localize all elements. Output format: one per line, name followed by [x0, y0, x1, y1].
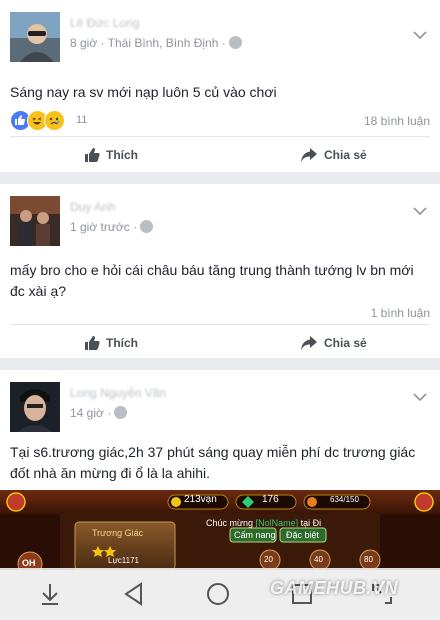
post-meta: 14 giờ · — [70, 406, 128, 420]
nav-home-button[interactable] — [200, 576, 236, 612]
post-card: Lê Đức Long 8 giờ · Thái Bình, Bình Định… — [0, 0, 440, 172]
globe-icon — [228, 36, 242, 49]
game-btn-1: Cấm nang — [234, 530, 276, 540]
game-num-1: 20 — [264, 555, 273, 564]
globe-icon — [140, 220, 154, 233]
post-text: mấy bro cho e hỏi cái châu báu tăng trun… — [10, 262, 414, 299]
post-author[interactable]: Lê Đức Long — [70, 16, 139, 30]
game-btn-2: Đặc biệt — [286, 530, 320, 540]
download-arrow-icon — [42, 584, 58, 605]
avatar[interactable] — [10, 196, 60, 246]
comment-count[interactable]: 1 bình luận — [371, 306, 430, 320]
post-time[interactable]: 14 giờ — [70, 406, 104, 420]
thumbs-up-icon — [85, 336, 100, 350]
avatar[interactable] — [10, 382, 60, 432]
post-time[interactable]: 1 giờ trước — [70, 220, 130, 234]
game-left-badge: OH — [22, 558, 36, 568]
game-stamina: 634/150 — [330, 495, 359, 504]
post-location[interactable]: Thái Bình, Bình Định — [108, 36, 219, 50]
game-gems: 176 — [262, 494, 279, 505]
like-label: Thích — [106, 148, 138, 162]
post-meta: 8 giờ · Thái Bình, Bình Định · — [70, 36, 242, 50]
globe-icon — [114, 406, 128, 419]
thumbs-up-icon — [85, 148, 100, 162]
share-arrow-icon — [301, 148, 317, 162]
watermark: GAMEHUB.VN — [270, 578, 399, 598]
post-meta: 1 giờ trước · — [70, 220, 154, 234]
game-congrats: Chúc mừng [NolName] tại Đi — [206, 518, 321, 528]
game-power: Lực1171 — [108, 556, 140, 565]
post-author[interactable]: Duy Anh — [70, 200, 115, 214]
share-label: Chia sẻ — [324, 148, 367, 162]
share-button[interactable]: Chia sẻ — [300, 137, 367, 173]
avatar[interactable] — [10, 12, 60, 62]
congrats-suffix: tại Đi — [300, 518, 322, 528]
share-button[interactable]: Chia sẻ — [300, 325, 367, 361]
congrats-text: Chúc mừng — [206, 518, 254, 528]
post-time[interactable]: 8 giờ — [70, 36, 97, 50]
game-gold: 213vạn — [184, 494, 217, 505]
post-actions: Thích Chia sẻ — [0, 325, 440, 361]
nav-back-icon — [124, 582, 142, 606]
post-counts: 11 18 bình luận — [10, 110, 430, 134]
player-name: [NolName] — [255, 518, 299, 528]
post-text: Tại s6.trương giác,2h 37 phút sáng quay … — [10, 444, 416, 481]
post-author[interactable]: Long Nguyễn Văn — [70, 386, 166, 400]
post-text: Sáng nay ra sv mới nạp luôn 5 củ vào chơ… — [10, 84, 277, 100]
game-num-2: 40 — [314, 555, 323, 564]
game-num-3: 80 — [364, 555, 373, 564]
share-arrow-icon — [301, 336, 317, 350]
like-button[interactable]: Thích — [84, 325, 138, 361]
nav-back-button[interactable] — [116, 576, 152, 612]
nav-home-icon — [207, 583, 229, 605]
news-feed: Lê Đức Long 8 giờ · Thái Bình, Bình Định… — [0, 0, 440, 620]
like-button[interactable]: Thích — [84, 137, 138, 173]
sad-reaction-icon — [44, 110, 65, 131]
chevron-down-icon[interactable] — [412, 28, 428, 42]
comment-count[interactable]: 18 bình luận — [364, 114, 430, 128]
post-counts: 1 bình luận — [10, 302, 430, 326]
post-card: Duy Anh 1 giờ trước · mấy bro cho e hỏi … — [0, 184, 440, 358]
nav-download-button[interactable] — [32, 576, 68, 612]
share-label: Chia sẻ — [324, 336, 367, 350]
reaction-count: 11 — [76, 114, 88, 126]
post-actions: Thích Chia sẻ — [0, 137, 440, 173]
chevron-down-icon[interactable] — [412, 390, 428, 404]
game-hero: Trương Giác — [92, 528, 144, 538]
chevron-down-icon[interactable] — [412, 204, 428, 218]
post-image[interactable]: 213vạn 176 634/150 Chúc mừng [NolName] t… — [0, 490, 440, 570]
like-label: Thích — [106, 336, 138, 350]
